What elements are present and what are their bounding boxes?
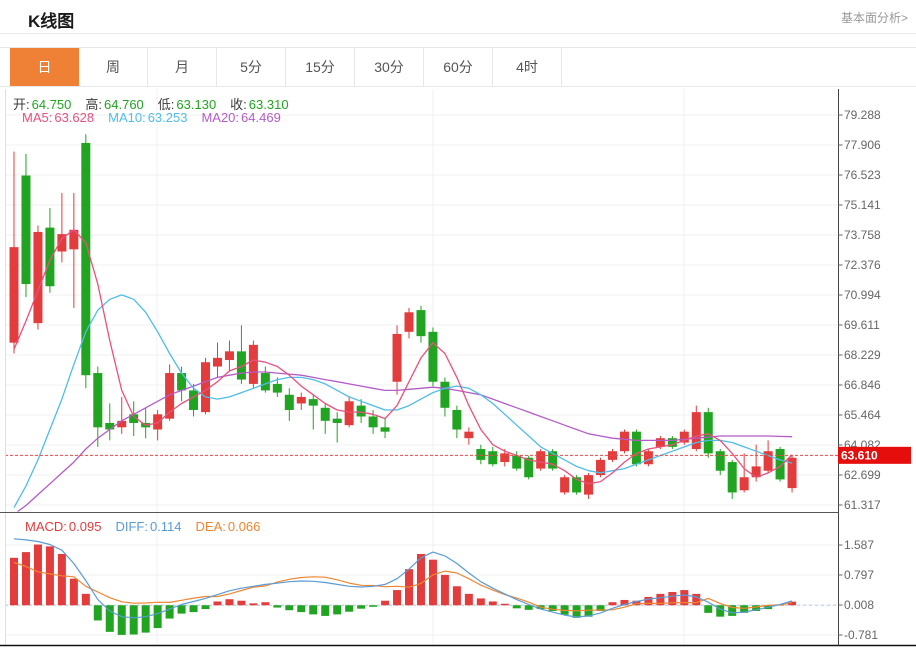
legend-item: MA10:63.253 bbox=[108, 110, 187, 125]
kline-svg: 79.288 77.906 76.523 75.141 73.758 72.376 70.9… bbox=[0, 88, 916, 647]
axis-tick-label: 72.376 bbox=[844, 258, 881, 272]
axis-tick-label: 75.141 bbox=[844, 198, 881, 212]
tab-15分[interactable]: 15分 bbox=[286, 48, 355, 86]
legend-item: DIFF:0.114 bbox=[115, 519, 181, 534]
axis-tick-label: 0.008 bbox=[844, 598, 874, 612]
legend-item: MA20:64.469 bbox=[201, 110, 280, 125]
legend-item: DEA:0.066 bbox=[196, 519, 261, 534]
axis-tick-label: 73.758 bbox=[844, 228, 881, 242]
header-divider bbox=[0, 33, 916, 34]
axis-tick-label: 77.906 bbox=[844, 138, 881, 152]
axis-tick-label: 1.587 bbox=[844, 538, 874, 552]
tab-60分[interactable]: 60分 bbox=[424, 48, 493, 86]
axis-tick-label: -0.781 bbox=[844, 628, 878, 642]
axis-tick-label: 69.611 bbox=[844, 318, 880, 332]
axis-tick-label: 68.229 bbox=[844, 348, 881, 362]
legend-item: MA5:63.628 bbox=[22, 110, 94, 125]
tab-30分[interactable]: 30分 bbox=[355, 48, 424, 86]
page-title: K线图 bbox=[28, 7, 74, 32]
axis-tick-label: 79.288 bbox=[844, 108, 881, 122]
period-tab-bar: 日周月5分15分30分60分4时 bbox=[0, 47, 916, 87]
tab-5分[interactable]: 5分 bbox=[217, 48, 286, 86]
tab-4时[interactable]: 4时 bbox=[493, 48, 562, 86]
macd-legend: MACD:0.095 DIFF:0.114 DEA:0.066 bbox=[25, 519, 260, 534]
tab-月[interactable]: 月 bbox=[148, 48, 217, 86]
axis-tick-label: 76.523 bbox=[844, 168, 881, 182]
legend-item: MACD:0.095 bbox=[25, 519, 101, 534]
ma-legend: MA5:63.628 MA10:63.253 MA20:64.469 bbox=[22, 110, 281, 125]
axis-tick-label: 62.699 bbox=[844, 468, 881, 482]
axis-tick-label: 66.846 bbox=[844, 378, 881, 392]
tab-周[interactable]: 周 bbox=[79, 48, 148, 86]
axis-tick-label: 70.994 bbox=[844, 288, 881, 302]
axis-tick-label: 61.317 bbox=[844, 498, 881, 512]
kline-chart-area[interactable]: 79.288 77.906 76.523 75.141 73.758 72.376 70.9… bbox=[0, 88, 916, 647]
axis-tick-label: 65.464 bbox=[844, 408, 881, 422]
tab-日[interactable]: 日 bbox=[10, 48, 79, 86]
fundamental-analysis-link[interactable]: 基本面分析> bbox=[841, 9, 908, 26]
current-price-badge: 63.610 bbox=[841, 448, 878, 462]
kline-page: { "header": { "title": "K线图", "more_link… bbox=[0, 0, 916, 647]
axis-tick-label: 0.797 bbox=[844, 568, 874, 582]
